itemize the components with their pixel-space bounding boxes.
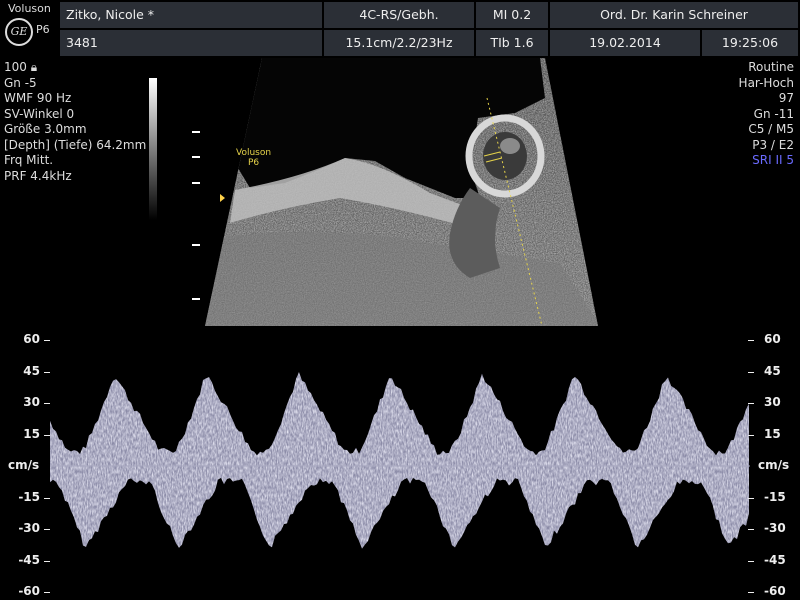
param-depth: [Depth] (Tiefe) 64.2mm (4, 137, 147, 152)
axis-tick (44, 560, 50, 562)
axis-tick-label: -60 (764, 584, 786, 598)
axis-tick-label: -15 (18, 489, 40, 504)
velocity-unit-label: cm/s (8, 458, 40, 472)
axis-tick-label: -45 (764, 552, 786, 567)
param-curve: C5 / M5 (748, 122, 794, 136)
axis-tick-label: 60 (23, 332, 40, 346)
logo-brand: Voluson (8, 2, 51, 15)
exam-mode[interactable]: 4C-RS/Gebh. (324, 2, 474, 28)
param-prf: PRF 4.4kHz (4, 168, 72, 183)
axis-tick (44, 529, 50, 530)
patient-id[interactable]: 3481 (60, 30, 322, 56)
image-probe: P6 (247, 158, 260, 168)
depth-tick (192, 131, 200, 133)
axis-tick-label: 60 (764, 332, 781, 346)
depth-tick (192, 298, 200, 300)
image-brand: Voluson (236, 148, 272, 158)
axis-tick (44, 403, 50, 404)
param-sv-angle: SV-Winkel 0 (4, 106, 75, 121)
image-probe-label: Voluson P6 (236, 148, 271, 168)
axis-tick (748, 592, 754, 593)
param-frame: 97 (778, 91, 794, 105)
param-gain-right: Gn -11 (753, 106, 794, 121)
axis-tick-label: 15 (764, 426, 781, 441)
param-power-enh: P3 / E2 (752, 137, 794, 152)
param-harmonic: Har-Hoch (738, 75, 794, 90)
param-sri: SRI II 5 (752, 153, 794, 167)
axis-tick (44, 592, 50, 593)
params-right: Routine Har-Hoch 97 Gn -11 C5 / M5 P3 / … (739, 60, 794, 169)
axis-tick (748, 497, 754, 499)
depth-tick (192, 156, 200, 158)
param-wall-filter: WMF 90 Hz (4, 91, 72, 105)
axis-tick (44, 371, 50, 373)
header-bar: Voluson GE P6 Zitko, Nicole * 4C-RS/Gebh… (0, 0, 800, 58)
doppler-spectrum[interactable] (0, 330, 800, 600)
depth-tick (192, 244, 200, 246)
axis-tick-label: -45 (18, 552, 40, 567)
axis-tick-label: -15 (764, 489, 786, 504)
axis-tick (748, 371, 754, 373)
axis-tick (44, 434, 50, 436)
param-size: Größe 3.0mm (4, 122, 87, 136)
axis-tick-label: -60 (18, 584, 40, 598)
axis-tick-label: 30 (764, 395, 781, 409)
greyscale-bar (149, 78, 157, 220)
axis-tick (44, 497, 50, 499)
param-frequency: Frq Mitt. (4, 153, 54, 167)
axis-tick-label: -30 (18, 521, 40, 535)
param-preset: Routine (748, 60, 794, 74)
axis-tick-label: 15 (23, 426, 40, 441)
axis-tick (748, 560, 754, 562)
param-power-value: 100 (4, 60, 27, 74)
logo: Voluson GE P6 (0, 0, 58, 58)
depth-tick (192, 182, 200, 184)
axis-tick (748, 529, 754, 530)
axis-tick-label: 45 (23, 363, 40, 378)
axis-tick-label: 45 (764, 363, 781, 378)
doctor-name[interactable]: Ord. Dr. Karin Schreiner (550, 2, 798, 28)
params-left: 100 🔒︎ Gn -5 WMF 90 Hz SV-Winkel 0 Größe… (4, 60, 146, 184)
param-gain: Gn -5 (4, 75, 37, 90)
axis-tick-label: 30 (23, 395, 40, 409)
logo-probe: P6 (36, 23, 50, 36)
exam-date: 19.02.2014 (550, 30, 700, 56)
axis-tick (748, 340, 754, 341)
velocity-unit-label: cm/s (758, 458, 790, 472)
axis-tick (748, 434, 754, 436)
tib-value: TIb 1.6 (476, 30, 548, 56)
param-power: 100 🔒︎ (4, 60, 146, 76)
patient-name[interactable]: Zitko, Nicole * (60, 2, 322, 28)
axis-tick-label: -30 (764, 521, 786, 535)
lock-icon: 🔒︎ (30, 60, 38, 74)
depth-frequency: 15.1cm/2.2/23Hz (324, 30, 474, 56)
ge-logo-icon: GE (5, 18, 33, 46)
axis-tick (748, 403, 754, 404)
focus-marker-icon (220, 194, 225, 202)
exam-time: 19:25:06 (702, 30, 798, 56)
mi-value: MI 0.2 (476, 2, 548, 28)
spectrum-trace (50, 372, 750, 549)
axis-tick (44, 340, 50, 341)
